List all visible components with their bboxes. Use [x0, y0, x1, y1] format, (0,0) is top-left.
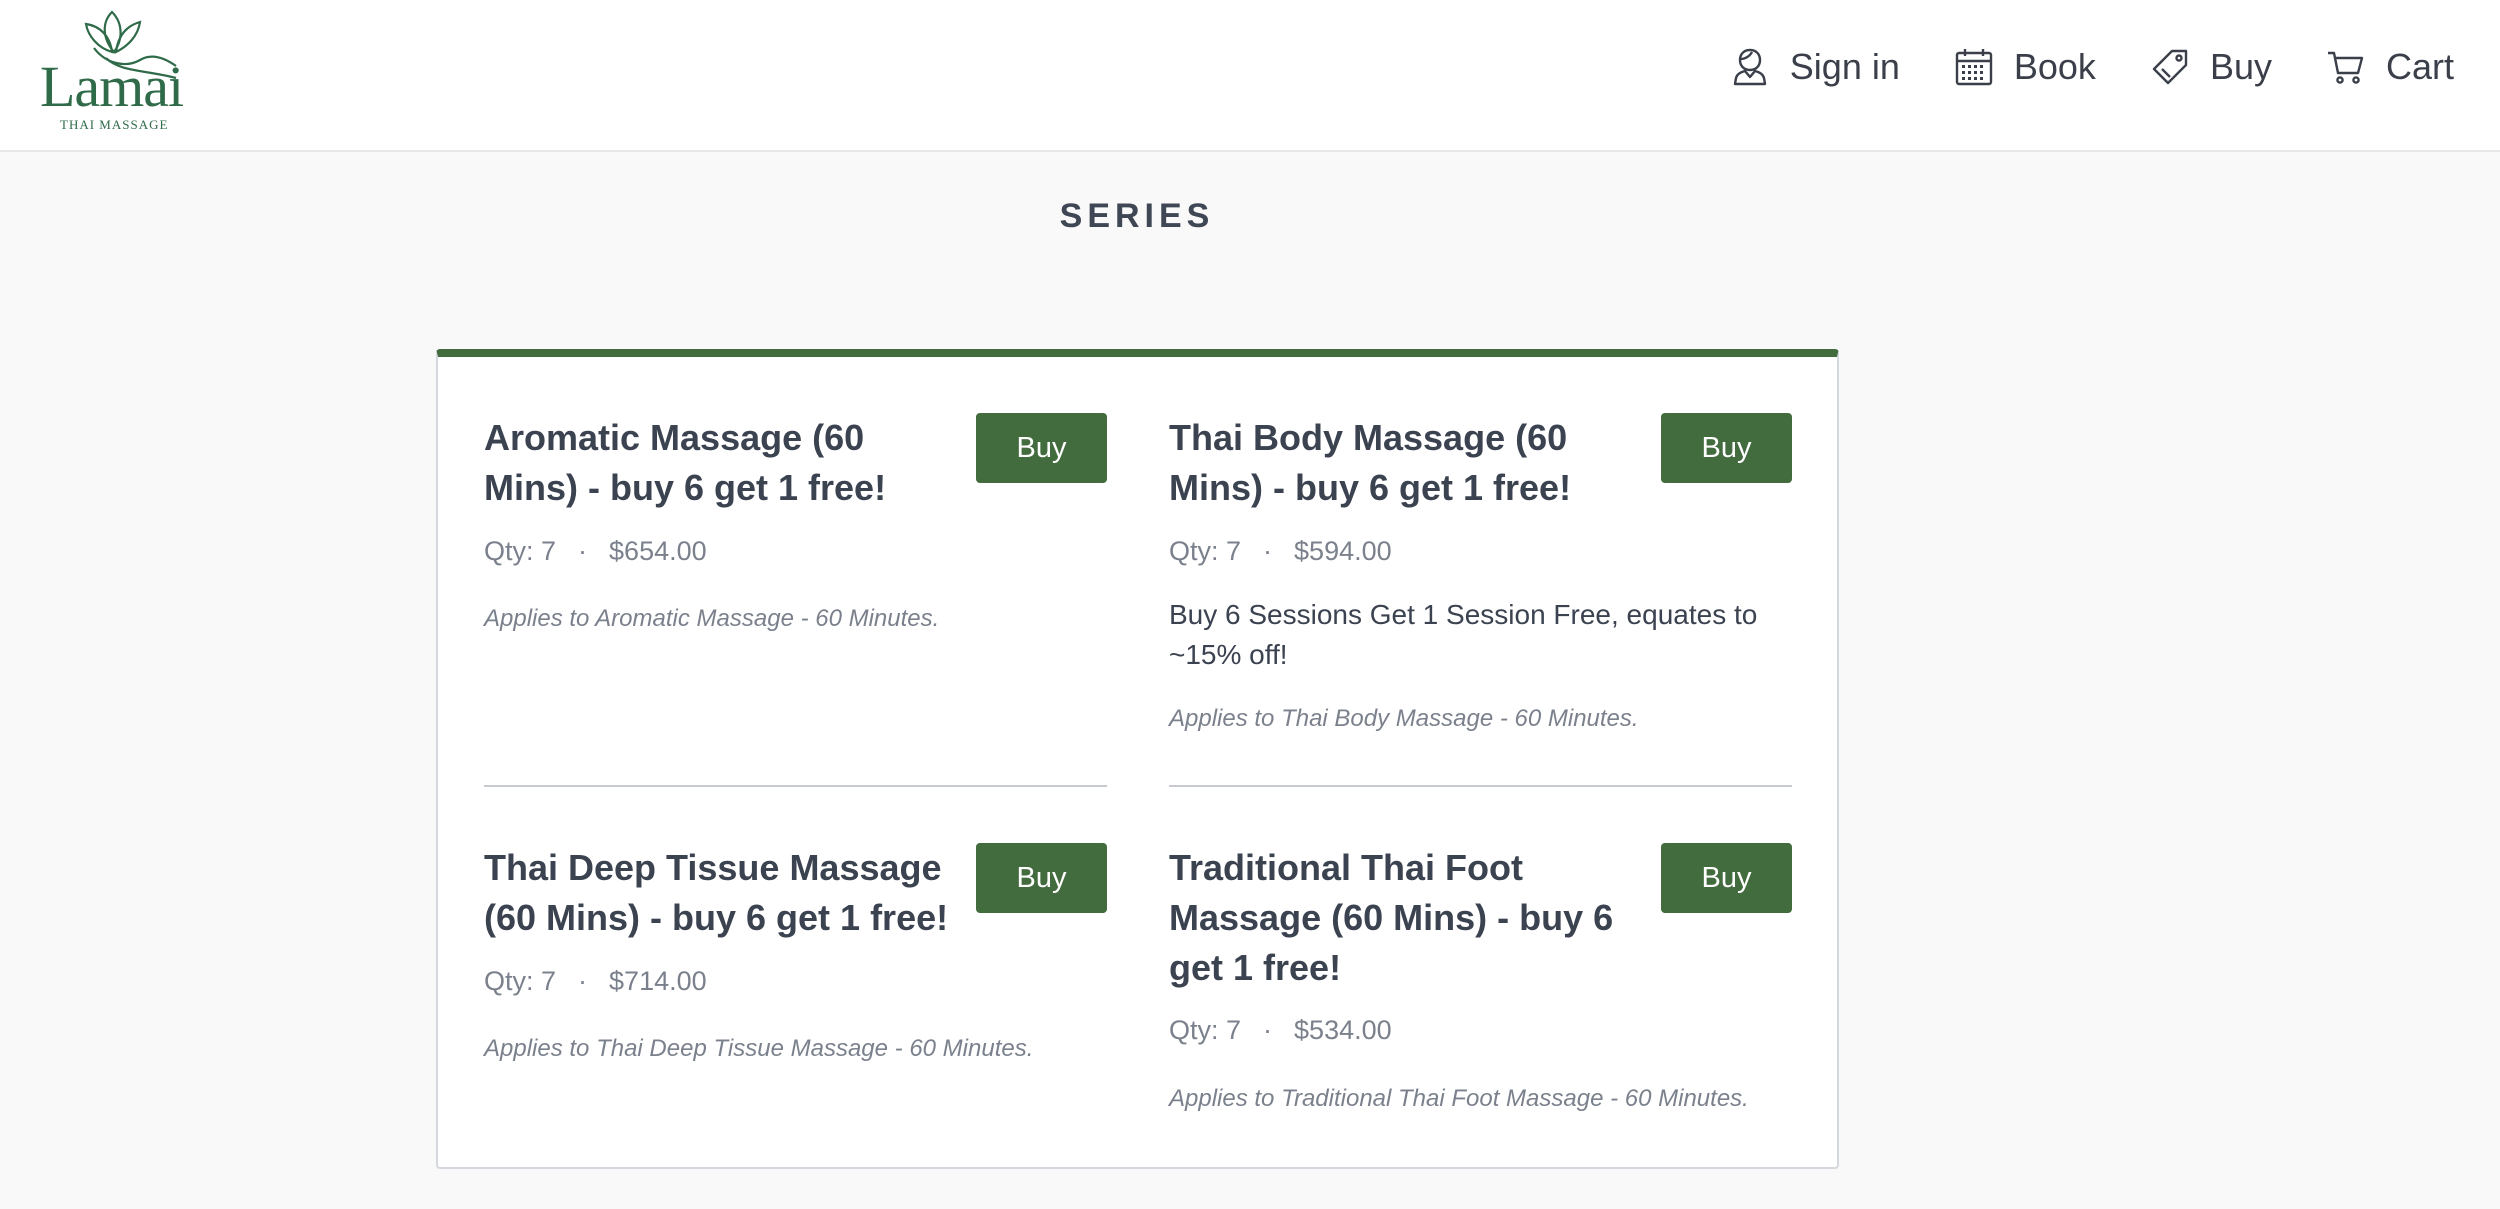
buy-button-foot[interactable]: Buy	[1661, 843, 1792, 913]
brand-logo[interactable]: Lamai THAI MASSAGE	[36, 8, 186, 132]
nav-cart[interactable]: Cart	[2326, 46, 2454, 88]
buy-button-thai-body[interactable]: Buy	[1661, 413, 1792, 483]
buy-button-aromatic[interactable]: Buy	[976, 413, 1107, 483]
buy-button-deep-tissue[interactable]: Buy	[976, 843, 1107, 913]
card-divider	[1169, 785, 1792, 787]
main-nav: Sign in Book Buy Cart	[1730, 46, 2454, 88]
series-card-thai-body: Thai Body Massage (60 Mins) - buy 6 get …	[1169, 413, 1792, 743]
series-meta: Qty: 7 · $534.00	[1169, 1015, 1392, 1045]
site-header: Lamai THAI MASSAGE Sign in Book Buy Cart	[0, 0, 2500, 152]
series-applies-note: Applies to Aromatic Massage - 60 Minutes…	[484, 605, 940, 632]
series-card-aromatic: Aromatic Massage (60 Mins) - buy 6 get 1…	[484, 413, 1107, 673]
series-applies-note: Applies to Traditional Thai Foot Massage…	[1169, 1085, 1749, 1112]
series-meta: Qty: 7 · $594.00	[1169, 536, 1392, 566]
page-title: SERIES	[1059, 197, 1215, 235]
series-meta: Qty: 7 · $714.00	[484, 966, 707, 996]
series-meta: Qty: 7 · $654.00	[484, 536, 707, 566]
series-title: Aromatic Massage (60 Mins) - buy 6 get 1…	[484, 417, 887, 508]
nav-buy-label: Buy	[2209, 46, 2272, 87]
tag-icon	[2150, 47, 2190, 87]
series-qty: Qty: 7	[484, 966, 557, 996]
user-icon	[1730, 47, 1770, 87]
nav-book[interactable]: Book	[1954, 46, 2096, 88]
series-qty: Qty: 7	[484, 536, 557, 566]
series-title: Thai Body Massage (60 Mins) - buy 6 get …	[1169, 417, 1572, 508]
logo-tagline: THAI MASSAGE	[60, 117, 169, 132]
series-card-foot: Traditional Thai Foot Massage (60 Mins) …	[1169, 843, 1792, 1113]
logo-wordmark: Lamai	[40, 54, 184, 119]
series-applies-note: Applies to Thai Deep Tissue Massage - 60…	[484, 1035, 1034, 1062]
series-price: $714.00	[609, 966, 707, 996]
series-card-deep-tissue: Thai Deep Tissue Massage (60 Mins) - buy…	[484, 843, 1107, 1083]
card-divider	[484, 785, 1107, 787]
series-price: $534.00	[1294, 1015, 1392, 1045]
series-applies-note: Applies to Thai Body Massage - 60 Minute…	[1169, 705, 1639, 732]
series-price: $654.00	[609, 536, 707, 566]
series-price: $594.00	[1294, 536, 1392, 566]
series-qty: Qty: 7	[1169, 1015, 1242, 1045]
nav-sign-in-label: Sign in	[1789, 46, 1900, 87]
nav-sign-in[interactable]: Sign in	[1730, 46, 1900, 88]
cart-icon	[2326, 47, 2366, 87]
series-panel: Aromatic Massage (60 Mins) - buy 6 get 1…	[436, 349, 1839, 1169]
series-qty: Qty: 7	[1169, 536, 1242, 566]
nav-buy[interactable]: Buy	[2150, 46, 2272, 88]
nav-cart-label: Cart	[2385, 46, 2454, 87]
series-title: Traditional Thai Foot Massage (60 Mins) …	[1169, 847, 1614, 988]
series-title: Thai Deep Tissue Massage (60 Mins) - buy…	[484, 847, 949, 938]
series-description: Buy 6 Sessions Get 1 Session Free, equat…	[1169, 599, 1758, 670]
calendar-icon	[1954, 47, 1994, 87]
nav-book-label: Book	[2013, 46, 2096, 87]
